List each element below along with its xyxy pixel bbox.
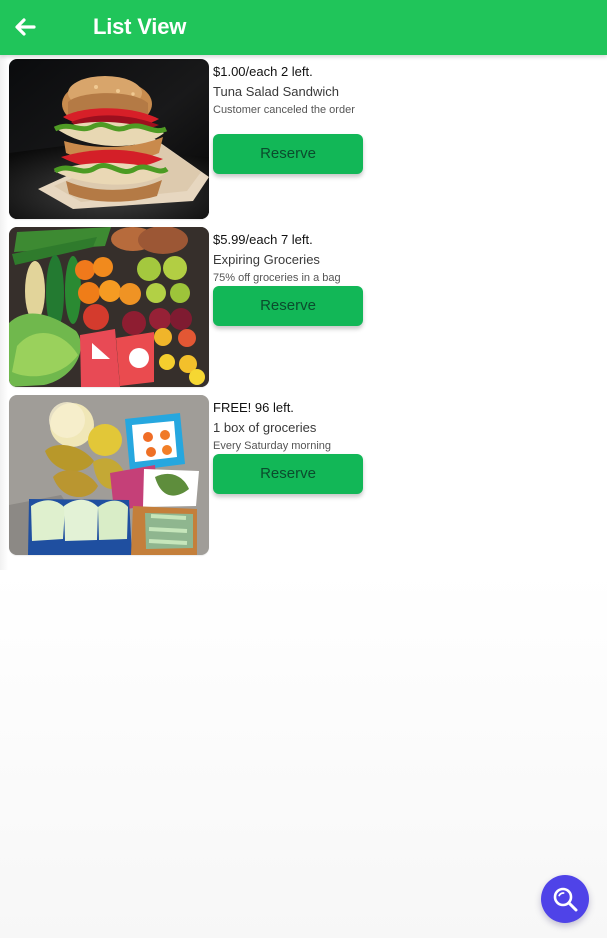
item-description: Every Saturday morning (213, 440, 331, 452)
item-description: Customer canceled the order (213, 104, 355, 116)
item-info: $1.00/each 2 left. Tuna Salad Sandwich C… (213, 64, 403, 118)
produce-image (9, 227, 209, 387)
reserve-button[interactable]: Reserve (213, 134, 363, 174)
price-availability: $5.99/each 7 left. (213, 232, 313, 247)
price-availability: $1.00/each 2 left. (213, 64, 313, 79)
list-item-box-of-groceries[interactable]: FREE! 96 left. 1 box of groceries Every … (9, 395, 409, 555)
item-info: FREE! 96 left. 1 box of groceries Every … (213, 400, 403, 454)
price-availability: FREE! 96 left. (213, 400, 294, 415)
item-title: 1 box of groceries (213, 420, 317, 435)
grocery-box-image (9, 395, 209, 555)
search-icon (553, 887, 578, 912)
sandwich-photo (9, 59, 209, 219)
item-info: $5.99/each 7 left. Expiring Groceries 75… (213, 232, 403, 286)
reserve-button[interactable]: Reserve (213, 286, 363, 326)
empty-list-background (0, 570, 607, 938)
item-title: Tuna Salad Sandwich (213, 84, 339, 99)
sandwich-image (9, 59, 209, 219)
back-button[interactable] (10, 12, 40, 42)
grocery-box-photo (9, 395, 209, 555)
list-view-screen: List View $1.00/each 2 left. Tuna Salad … (0, 0, 607, 938)
page-title: List View (93, 14, 187, 39)
list-item-expiring-groceries[interactable]: $5.99/each 7 left. Expiring Groceries 75… (9, 227, 409, 387)
groceries-photo (9, 227, 209, 387)
app-bar: List View (0, 0, 607, 55)
item-description: 75% off groceries in a bag (213, 272, 341, 284)
list-item-tuna-salad-sandwich[interactable]: $1.00/each 2 left. Tuna Salad Sandwich C… (9, 59, 409, 219)
reserve-button[interactable]: Reserve (213, 454, 363, 494)
search-button[interactable] (541, 875, 589, 923)
item-list: $1.00/each 2 left. Tuna Salad Sandwich C… (0, 59, 607, 579)
item-title: Expiring Groceries (213, 252, 320, 267)
back-arrow-icon (15, 18, 36, 36)
